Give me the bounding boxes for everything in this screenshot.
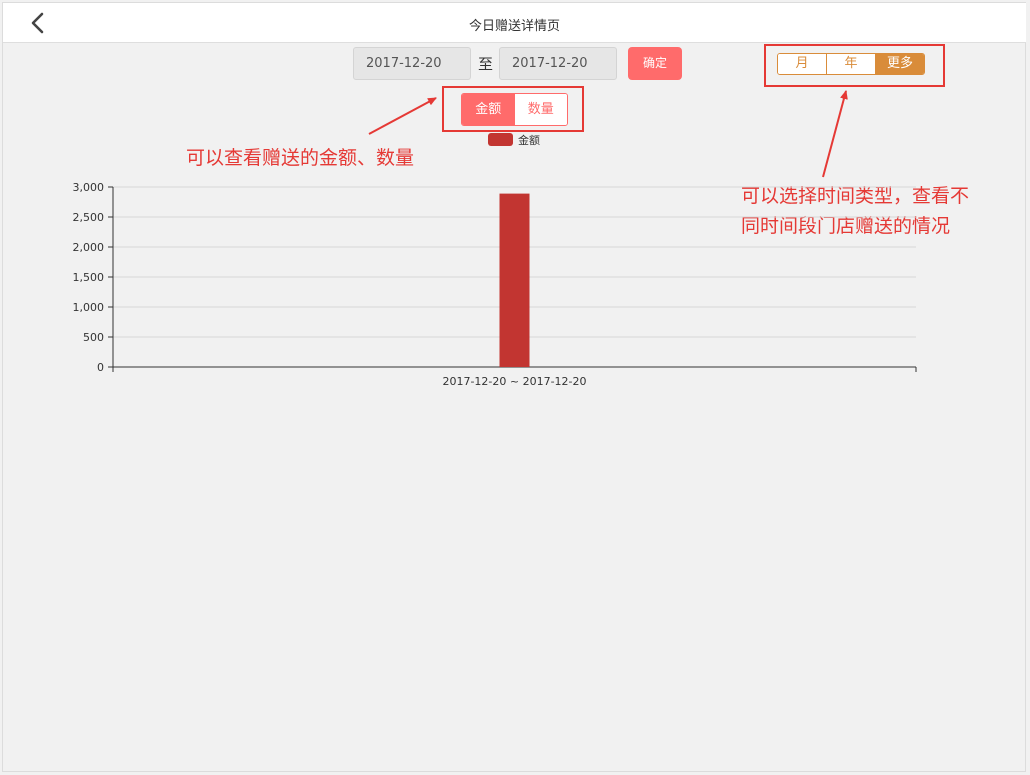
- y-tick-label: 1,000: [73, 301, 105, 314]
- y-tick-label: 1,500: [73, 271, 105, 284]
- legend-label: 金额: [518, 133, 540, 147]
- y-tick-label: 500: [83, 331, 104, 344]
- legend-swatch: [488, 133, 513, 146]
- y-tick-label: 2,500: [73, 211, 105, 224]
- period-arrow: [822, 90, 848, 178]
- metric-arrow: [368, 97, 437, 135]
- annotation-arrows-and-chart: 0 500 1,000 1,500 2,000 2,500 3,000 2017-12-20 …: [73, 90, 917, 388]
- y-tick-label: 0: [97, 361, 104, 374]
- y-tick-label: 2,000: [73, 241, 105, 254]
- y-tick-label: 3,000: [73, 181, 105, 194]
- bar: [499, 193, 530, 367]
- x-tick-label: 2017-12-20 ~ 2017-12-20: [442, 375, 586, 388]
- bar-chart: 0 500 1,000 1,500 2,000 2,500 3,000 2017-12-20 …: [73, 133, 917, 388]
